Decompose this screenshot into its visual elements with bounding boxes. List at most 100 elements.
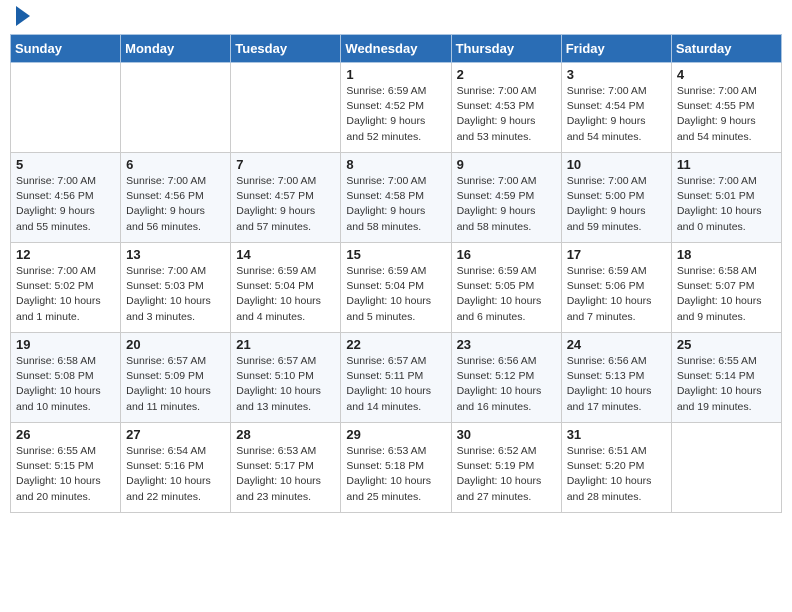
day-number: 9 <box>457 157 556 172</box>
day-info: Sunrise: 7:00 AM Sunset: 5:00 PM Dayligh… <box>567 174 666 235</box>
day-info: Sunrise: 6:59 AM Sunset: 5:04 PM Dayligh… <box>236 264 335 325</box>
day-info: Sunrise: 6:58 AM Sunset: 5:07 PM Dayligh… <box>677 264 776 325</box>
day-info: Sunrise: 6:55 AM Sunset: 5:15 PM Dayligh… <box>16 444 115 505</box>
calendar-cell: 4 Sunrise: 7:00 AM Sunset: 4:55 PM Daylig… <box>671 63 781 153</box>
calendar-cell: 16 Sunrise: 6:59 AM Sunset: 5:05 PM Dayli… <box>451 243 561 333</box>
day-number: 24 <box>567 337 666 352</box>
day-number: 4 <box>677 67 776 82</box>
day-number: 22 <box>346 337 445 352</box>
calendar-week-row: 26 Sunrise: 6:55 AM Sunset: 5:15 PM Dayli… <box>11 423 782 513</box>
header-sunday: Sunday <box>11 35 121 63</box>
calendar-week-row: 5Sunrise: 7:00 AM Sunset: 4:56 PM Daylig… <box>11 153 782 243</box>
calendar-cell <box>671 423 781 513</box>
day-number: 25 <box>677 337 776 352</box>
day-number: 13 <box>126 247 225 262</box>
calendar-cell: 17 Sunrise: 6:59 AM Sunset: 5:06 PM Dayli… <box>561 243 671 333</box>
day-info: Sunrise: 7:00 AM Sunset: 4:56 PM Dayligh… <box>126 174 225 235</box>
day-number: 12 <box>16 247 115 262</box>
calendar-cell: 5Sunrise: 7:00 AM Sunset: 4:56 PM Daylig… <box>11 153 121 243</box>
day-info: Sunrise: 7:00 AM Sunset: 4:54 PM Dayligh… <box>567 84 666 145</box>
day-info: Sunrise: 6:51 AM Sunset: 5:20 PM Dayligh… <box>567 444 666 505</box>
calendar-cell: 14 Sunrise: 6:59 AM Sunset: 5:04 PM Dayli… <box>231 243 341 333</box>
day-number: 21 <box>236 337 335 352</box>
day-info: Sunrise: 7:00 AM Sunset: 4:58 PM Dayligh… <box>346 174 445 235</box>
day-number: 31 <box>567 427 666 442</box>
day-number: 26 <box>16 427 115 442</box>
logo <box>14 10 30 26</box>
day-number: 30 <box>457 427 556 442</box>
day-info: Sunrise: 6:54 AM Sunset: 5:16 PM Dayligh… <box>126 444 225 505</box>
calendar-cell: 9 Sunrise: 7:00 AM Sunset: 4:59 PM Daylig… <box>451 153 561 243</box>
header-wednesday: Wednesday <box>341 35 451 63</box>
day-info: Sunrise: 7:00 AM Sunset: 4:57 PM Dayligh… <box>236 174 335 235</box>
calendar-cell: 13 Sunrise: 7:00 AM Sunset: 5:03 PM Dayli… <box>121 243 231 333</box>
page-header <box>10 10 782 26</box>
day-info: Sunrise: 6:57 AM Sunset: 5:10 PM Dayligh… <box>236 354 335 415</box>
day-info: Sunrise: 7:00 AM Sunset: 4:55 PM Dayligh… <box>677 84 776 145</box>
calendar-cell <box>11 63 121 153</box>
day-number: 28 <box>236 427 335 442</box>
calendar-cell: 10 Sunrise: 7:00 AM Sunset: 5:00 PM Dayli… <box>561 153 671 243</box>
day-number: 1 <box>346 67 445 82</box>
header-friday: Friday <box>561 35 671 63</box>
day-number: 11 <box>677 157 776 172</box>
calendar-cell: 6 Sunrise: 7:00 AM Sunset: 4:56 PM Daylig… <box>121 153 231 243</box>
logo-arrow-icon <box>16 6 30 26</box>
day-number: 17 <box>567 247 666 262</box>
calendar-cell: 15 Sunrise: 6:59 AM Sunset: 5:04 PM Dayli… <box>341 243 451 333</box>
day-number: 14 <box>236 247 335 262</box>
calendar-cell: 12Sunrise: 7:00 AM Sunset: 5:02 PM Dayli… <box>11 243 121 333</box>
day-info: Sunrise: 6:56 AM Sunset: 5:13 PM Dayligh… <box>567 354 666 415</box>
calendar-cell: 25 Sunrise: 6:55 AM Sunset: 5:14 PM Dayli… <box>671 333 781 423</box>
day-number: 27 <box>126 427 225 442</box>
calendar-cell <box>121 63 231 153</box>
calendar-cell: 24 Sunrise: 6:56 AM Sunset: 5:13 PM Dayli… <box>561 333 671 423</box>
day-number: 6 <box>126 157 225 172</box>
day-info: Sunrise: 7:00 AM Sunset: 5:03 PM Dayligh… <box>126 264 225 325</box>
day-info: Sunrise: 6:52 AM Sunset: 5:19 PM Dayligh… <box>457 444 556 505</box>
calendar-cell: 20 Sunrise: 6:57 AM Sunset: 5:09 PM Dayli… <box>121 333 231 423</box>
header-saturday: Saturday <box>671 35 781 63</box>
day-number: 2 <box>457 67 556 82</box>
calendar-cell: 18 Sunrise: 6:58 AM Sunset: 5:07 PM Dayli… <box>671 243 781 333</box>
day-info: Sunrise: 6:59 AM Sunset: 5:04 PM Dayligh… <box>346 264 445 325</box>
calendar-cell: 30 Sunrise: 6:52 AM Sunset: 5:19 PM Dayli… <box>451 423 561 513</box>
day-info: Sunrise: 7:00 AM Sunset: 4:59 PM Dayligh… <box>457 174 556 235</box>
calendar-cell: 3 Sunrise: 7:00 AM Sunset: 4:54 PM Daylig… <box>561 63 671 153</box>
calendar-cell: 23Sunrise: 6:56 AM Sunset: 5:12 PM Dayli… <box>451 333 561 423</box>
calendar-cell: 22Sunrise: 6:57 AM Sunset: 5:11 PM Dayli… <box>341 333 451 423</box>
calendar-cell: 26 Sunrise: 6:55 AM Sunset: 5:15 PM Dayli… <box>11 423 121 513</box>
calendar-cell: 2 Sunrise: 7:00 AM Sunset: 4:53 PM Daylig… <box>451 63 561 153</box>
day-number: 3 <box>567 67 666 82</box>
day-info: Sunrise: 6:58 AM Sunset: 5:08 PM Dayligh… <box>16 354 115 415</box>
calendar-cell: 8 Sunrise: 7:00 AM Sunset: 4:58 PM Daylig… <box>341 153 451 243</box>
day-number: 20 <box>126 337 225 352</box>
day-info: Sunrise: 6:55 AM Sunset: 5:14 PM Dayligh… <box>677 354 776 415</box>
calendar-week-row: 12Sunrise: 7:00 AM Sunset: 5:02 PM Dayli… <box>11 243 782 333</box>
day-number: 10 <box>567 157 666 172</box>
day-number: 18 <box>677 247 776 262</box>
day-number: 16 <box>457 247 556 262</box>
day-info: Sunrise: 6:59 AM Sunset: 5:05 PM Dayligh… <box>457 264 556 325</box>
day-info: Sunrise: 6:57 AM Sunset: 5:09 PM Dayligh… <box>126 354 225 415</box>
calendar-header-row: SundayMondayTuesdayWednesdayThursdayFrid… <box>11 35 782 63</box>
day-info: Sunrise: 7:00 AM Sunset: 5:01 PM Dayligh… <box>677 174 776 235</box>
day-number: 8 <box>346 157 445 172</box>
calendar-week-row: 1 Sunrise: 6:59 AM Sunset: 4:52 PM Daylig… <box>11 63 782 153</box>
day-number: 29 <box>346 427 445 442</box>
day-info: Sunrise: 6:59 AM Sunset: 5:06 PM Dayligh… <box>567 264 666 325</box>
calendar-cell: 1 Sunrise: 6:59 AM Sunset: 4:52 PM Daylig… <box>341 63 451 153</box>
day-info: Sunrise: 6:56 AM Sunset: 5:12 PM Dayligh… <box>457 354 556 415</box>
calendar-cell <box>231 63 341 153</box>
header-tuesday: Tuesday <box>231 35 341 63</box>
calendar-cell: 27 Sunrise: 6:54 AM Sunset: 5:16 PM Dayli… <box>121 423 231 513</box>
calendar-week-row: 19 Sunrise: 6:58 AM Sunset: 5:08 PM Dayli… <box>11 333 782 423</box>
day-number: 15 <box>346 247 445 262</box>
calendar-table: SundayMondayTuesdayWednesdayThursdayFrid… <box>10 34 782 513</box>
day-info: Sunrise: 6:59 AM Sunset: 4:52 PM Dayligh… <box>346 84 445 145</box>
calendar-cell: 21 Sunrise: 6:57 AM Sunset: 5:10 PM Dayli… <box>231 333 341 423</box>
header-thursday: Thursday <box>451 35 561 63</box>
day-info: Sunrise: 7:00 AM Sunset: 4:53 PM Dayligh… <box>457 84 556 145</box>
header-monday: Monday <box>121 35 231 63</box>
day-number: 19 <box>16 337 115 352</box>
